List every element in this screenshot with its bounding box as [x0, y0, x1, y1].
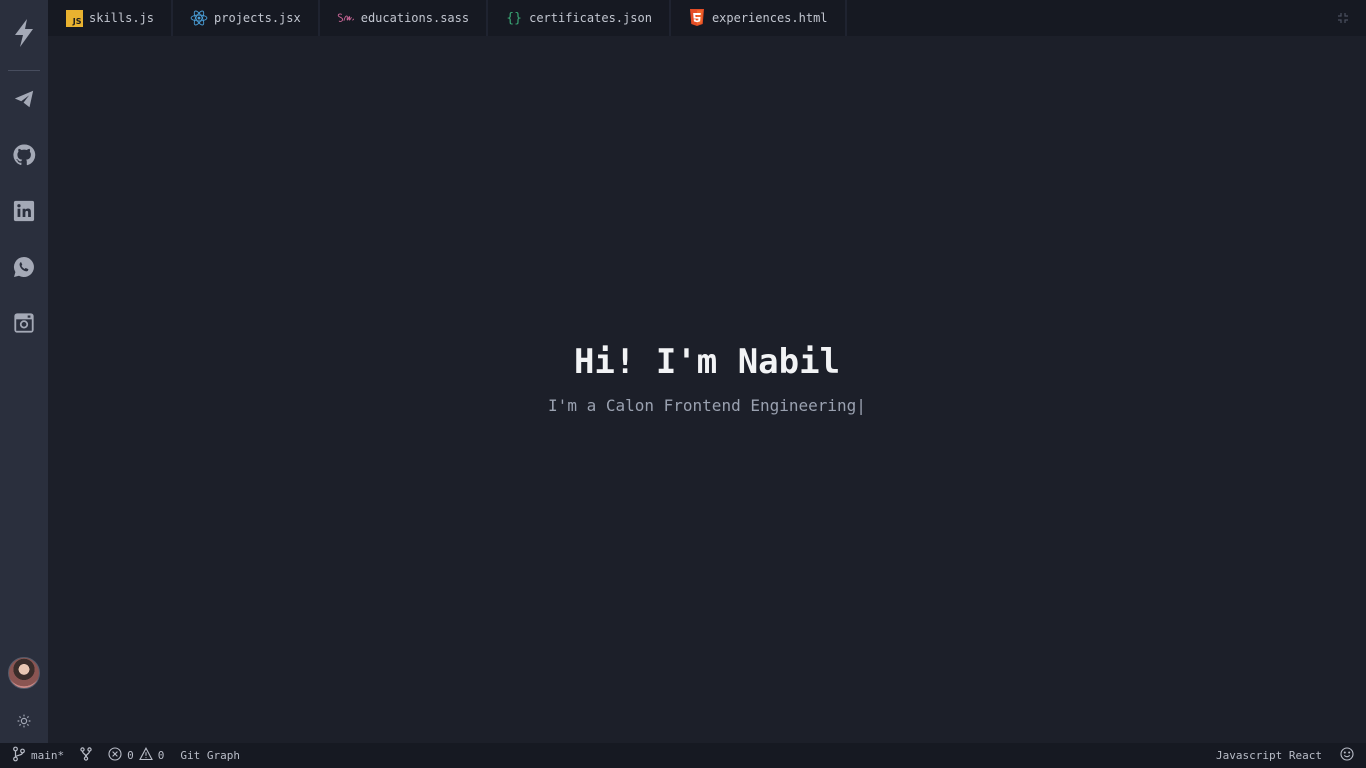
- branch-name: main*: [31, 749, 65, 762]
- activity-item-instagram[interactable]: [0, 297, 48, 353]
- hero-subtitle: I'm a Calon Frontend Engineering|: [48, 396, 1366, 415]
- error-count: 0: [127, 749, 134, 762]
- paper-plane-icon: [13, 88, 35, 114]
- collapse-button[interactable]: [1320, 0, 1366, 36]
- react-icon: [190, 9, 208, 27]
- tab-label: skills.js: [89, 11, 155, 25]
- source-control-button[interactable]: [70, 743, 102, 768]
- language-mode[interactable]: Javascript React: [1210, 743, 1334, 768]
- sass-icon: [337, 9, 355, 27]
- tab-bar: JS skills.js projects.jsx educations.sas…: [48, 0, 1366, 36]
- activity-item-whatsapp[interactable]: [0, 241, 48, 297]
- git-graph-label: Git Graph: [180, 749, 240, 762]
- json-icon: {}: [506, 10, 522, 26]
- tab-label: experiences.html: [711, 11, 828, 25]
- linkedin-icon: [13, 200, 35, 226]
- whatsapp-icon: [12, 255, 36, 283]
- github-icon: [12, 143, 36, 171]
- activity-divider: [8, 70, 40, 71]
- tab-certificates-json[interactable]: {} certificates.json: [488, 0, 671, 36]
- logo[interactable]: [0, 0, 48, 70]
- warning-icon: [138, 747, 153, 764]
- smiley-icon: [1340, 747, 1354, 764]
- instagram-icon: [13, 312, 35, 338]
- javascript-icon: JS: [65, 9, 83, 27]
- typing-caret: |: [856, 396, 866, 415]
- tab-skills-js[interactable]: JS skills.js: [48, 0, 174, 36]
- editor-area: Hi! I'm Nabil I'm a Calon Frontend Engin…: [48, 36, 1366, 743]
- git-graph-button[interactable]: Git Graph: [170, 743, 246, 768]
- tab-label: projects.jsx: [214, 11, 301, 25]
- tab-bar-spacer: [847, 0, 1320, 36]
- warning-count: 0: [157, 749, 165, 762]
- status-bar: main* 0 0 Git Graph Javascript React: [0, 743, 1366, 768]
- activity-item-linkedin[interactable]: [0, 185, 48, 241]
- problems-indicator[interactable]: 0 0: [102, 743, 170, 768]
- lightning-bolt-icon: [12, 18, 36, 52]
- avatar[interactable]: [8, 657, 40, 689]
- theme-toggle-button[interactable]: [0, 705, 48, 739]
- tab-label: educations.sass: [360, 11, 470, 25]
- portfolio-ide: JS skills.js projects.jsx educations.sas…: [0, 0, 1366, 768]
- tab-educations-sass[interactable]: educations.sass: [320, 0, 489, 36]
- feedback-button[interactable]: [1334, 743, 1366, 768]
- tab-experiences-html[interactable]: experiences.html: [671, 0, 847, 36]
- hero-subtitle-text: I'm a Calon Frontend Engineering: [548, 396, 857, 415]
- git-fork-icon: [80, 747, 92, 764]
- html5-icon: [688, 9, 706, 27]
- git-branch-icon: [12, 746, 26, 765]
- hero: Hi! I'm Nabil I'm a Calon Frontend Engin…: [48, 342, 1366, 415]
- activity-item-telegram[interactable]: [0, 73, 48, 129]
- language-label: Javascript React: [1216, 749, 1322, 762]
- tab-label: certificates.json: [529, 11, 652, 25]
- hero-title: Hi! I'm Nabil: [573, 342, 841, 382]
- activity-bar: [0, 0, 48, 743]
- branch-indicator[interactable]: main*: [0, 743, 70, 768]
- sun-icon: [17, 713, 31, 732]
- tab-projects-jsx[interactable]: projects.jsx: [173, 0, 320, 36]
- error-icon: [108, 747, 122, 764]
- activity-item-github[interactable]: [0, 129, 48, 185]
- collapse-icon: [1337, 9, 1349, 28]
